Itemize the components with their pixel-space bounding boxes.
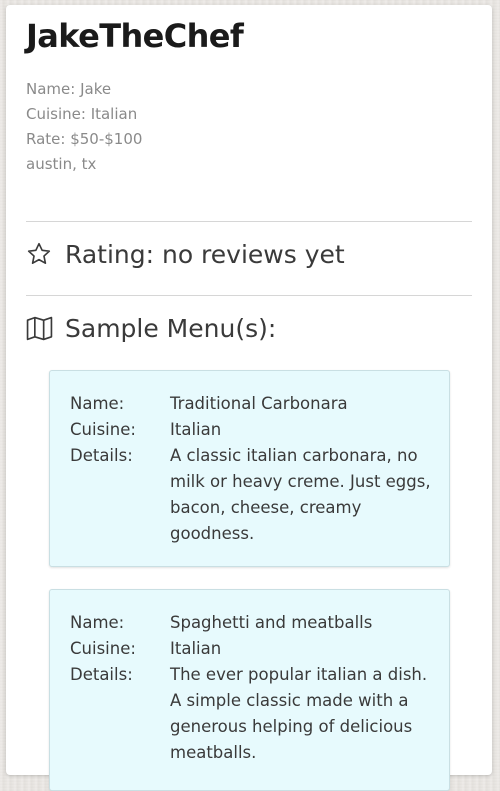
divider <box>26 295 472 296</box>
star-outline-icon <box>26 239 56 269</box>
menu-details-value: A classic italian carbonara, no milk or … <box>170 446 431 543</box>
menu-card: Name: Spaghetti and meatballs Cuisine: I… <box>49 589 450 791</box>
menu-details-label: Details: <box>70 446 133 465</box>
menu-name-row: Name: Traditional Carbonara <box>70 391 435 417</box>
menu-cuisine-label: Cuisine: <box>70 639 136 658</box>
page-title: JakeTheChef <box>26 17 244 55</box>
rating-label: Rating: no reviews yet <box>65 239 345 269</box>
menu-cuisine-row: Cuisine: Italian <box>70 417 435 443</box>
divider <box>26 221 472 222</box>
menu-cuisine-label: Cuisine: <box>70 420 136 439</box>
chef-profile-card: JakeTheChef Name: Jake Cuisine: Italian … <box>6 5 492 791</box>
menu-name-row: Name: Spaghetti and meatballs <box>70 610 435 636</box>
menu-name-label: Name: <box>70 394 125 413</box>
menu-details-row: Details: A classic italian carbonara, no… <box>70 443 435 547</box>
menu-details-row: Details: The ever popular italian a dish… <box>70 662 435 766</box>
rating-heading: Rating: no reviews yet <box>26 239 345 269</box>
menu-name-value: Spaghetti and meatballs <box>170 613 373 632</box>
menu-card: Name: Traditional Carbonara Cuisine: Ita… <box>49 370 450 567</box>
menu-name-label: Name: <box>70 613 125 632</box>
chef-cuisine: Cuisine: Italian <box>26 105 138 123</box>
menu-name-value: Traditional Carbonara <box>170 394 348 413</box>
map-icon <box>26 313 56 343</box>
menu-details-value: The ever popular italian a dish. A simpl… <box>170 665 428 762</box>
sample-menus-heading: Sample Menu(s): <box>26 313 276 343</box>
chef-location: austin, tx <box>26 155 97 173</box>
chef-rate: Rate: $50-$100 <box>26 130 143 148</box>
menu-cuisine-value: Italian <box>170 420 222 439</box>
menu-details-label: Details: <box>70 665 133 684</box>
chef-info: Name: Jake Cuisine: Italian Rate: $50-$1… <box>26 77 142 177</box>
chef-name: Name: Jake <box>26 80 112 98</box>
sample-menus-label: Sample Menu(s): <box>65 313 277 343</box>
menu-cuisine-value: Italian <box>170 639 222 658</box>
menu-cuisine-row: Cuisine: Italian <box>70 636 435 662</box>
